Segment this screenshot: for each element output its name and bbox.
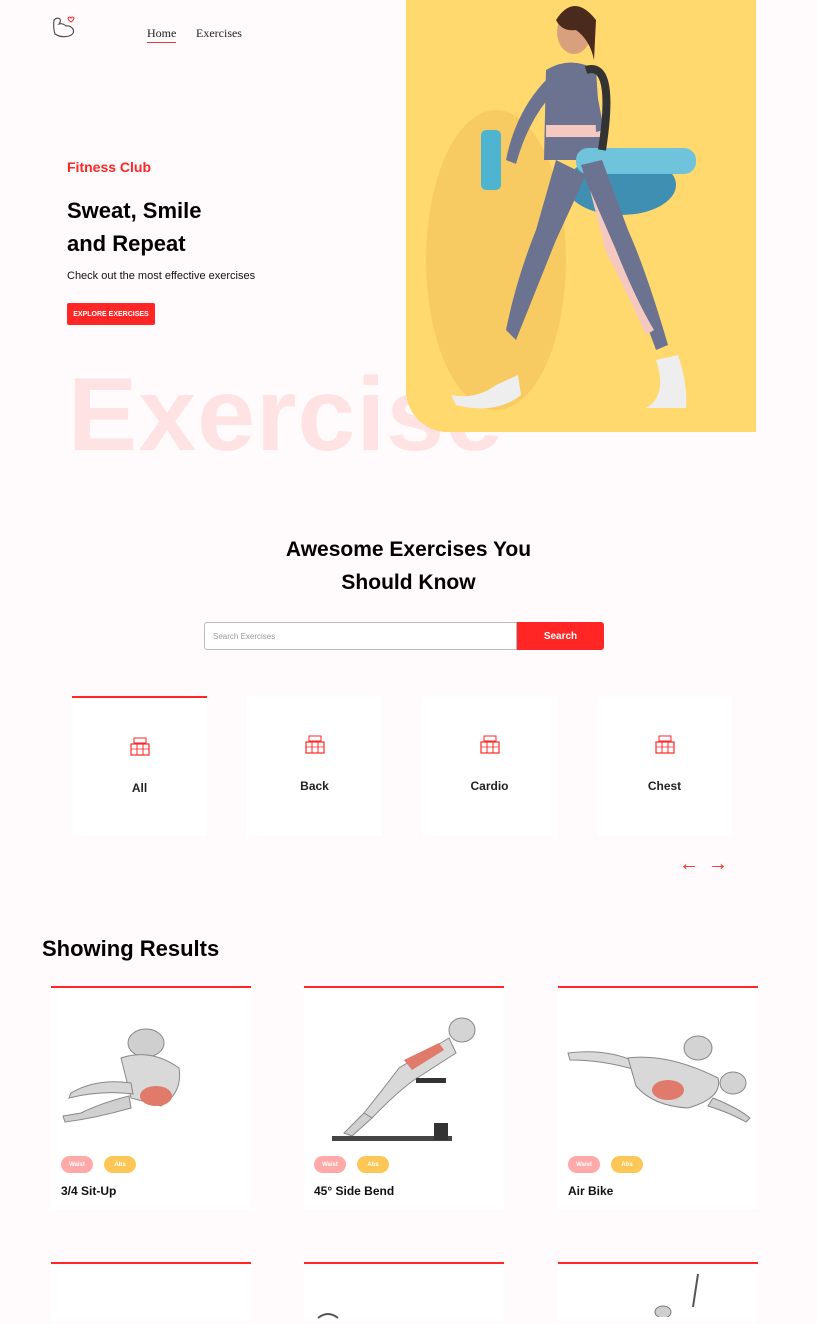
category-label: All bbox=[131, 781, 148, 795]
gym-icon bbox=[129, 737, 150, 756]
exercise-image bbox=[317, 1313, 339, 1319]
tag-body-part[interactable]: Waist bbox=[314, 1156, 346, 1173]
tag-target[interactable]: Abs bbox=[357, 1156, 389, 1173]
woman-walking-illustration bbox=[406, 0, 756, 432]
exercise-name: 45° Side Bend bbox=[314, 1184, 395, 1198]
tag-target[interactable]: Abs bbox=[104, 1156, 136, 1173]
exercise-name: Air Bike bbox=[568, 1184, 614, 1198]
search-input[interactable] bbox=[204, 622, 517, 650]
scroll-left-arrow-icon[interactable]: ← bbox=[679, 852, 699, 876]
exercise-image bbox=[62, 1028, 181, 1123]
category-card-chest[interactable]: Chest bbox=[597, 696, 732, 836]
gym-icon bbox=[654, 735, 675, 754]
hero-subtitle: Check out the most effective exercises bbox=[67, 270, 256, 282]
hero-title-line2: and Repeat bbox=[67, 231, 186, 256]
exercise-card[interactable] bbox=[558, 1262, 758, 1322]
explore-exercises-button[interactable]: EXPLORE EXERCISES bbox=[67, 303, 155, 325]
hero-title: Sweat, Smile and Repeat bbox=[67, 194, 287, 260]
category-label: Chest bbox=[647, 779, 682, 793]
exercise-image bbox=[567, 1035, 751, 1123]
gym-icon bbox=[479, 735, 500, 754]
exercise-card[interactable] bbox=[304, 1262, 504, 1322]
category-label: Cardio bbox=[470, 779, 509, 793]
tag-body-part[interactable]: Waist bbox=[61, 1156, 93, 1173]
exercise-card[interactable]: Waist Abs 45° Side Bend bbox=[304, 986, 504, 1209]
exercise-card[interactable] bbox=[51, 1262, 251, 1322]
tag-target[interactable]: Abs bbox=[611, 1156, 643, 1173]
scroll-right-arrow-icon[interactable]: → bbox=[708, 852, 728, 876]
exercise-card[interactable]: Waist Abs 3/4 Sit-Up bbox=[51, 986, 251, 1209]
hero-title-line1: Sweat, Smile bbox=[67, 198, 202, 223]
exercise-image bbox=[654, 1273, 699, 1317]
results-title: Showing Results bbox=[42, 936, 220, 961]
search-title-line1: Awesome Exercises You bbox=[285, 538, 532, 561]
hero-eyebrow: Fitness Club bbox=[67, 159, 152, 175]
gym-icon bbox=[304, 735, 325, 754]
category-card-back[interactable]: Back bbox=[247, 696, 382, 836]
hero-banner-image bbox=[406, 0, 756, 432]
exercise-image bbox=[332, 1017, 476, 1141]
tag-body-part[interactable]: Waist bbox=[568, 1156, 600, 1173]
nav-exercises-link[interactable]: Exercises bbox=[196, 26, 242, 41]
exercise-name: 3/4 Sit-Up bbox=[61, 1184, 117, 1198]
search-button[interactable]: Search bbox=[517, 622, 604, 650]
search-section-title: Awesome Exercises You Should Know bbox=[0, 533, 817, 599]
nav-home-link[interactable]: Home bbox=[147, 26, 177, 43]
search-title-line2: Should Know bbox=[341, 571, 476, 594]
category-label: Back bbox=[300, 779, 329, 793]
category-card-cardio[interactable]: Cardio bbox=[422, 696, 557, 836]
exercise-card[interactable]: Waist Abs Air Bike bbox=[558, 986, 758, 1209]
category-card-all[interactable]: All bbox=[72, 696, 207, 836]
logo-icon[interactable] bbox=[51, 14, 79, 40]
